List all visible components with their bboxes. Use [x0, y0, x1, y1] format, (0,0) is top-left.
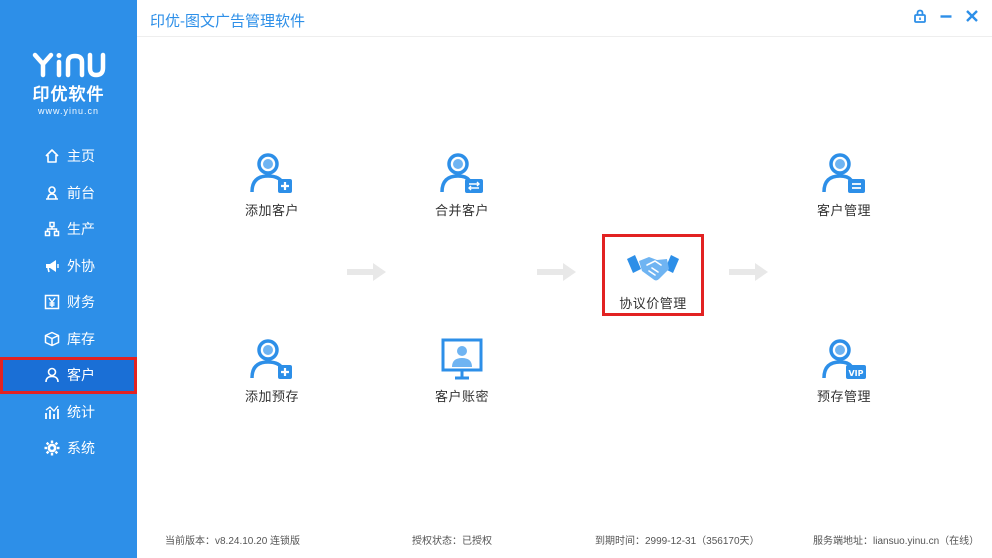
person-desk-icon: [44, 185, 60, 201]
add-customer-tile[interactable]: 添加客户: [222, 148, 322, 228]
sidebar-item-label: 前台: [67, 184, 95, 201]
customer-account-tile[interactable]: 客户账密: [412, 334, 512, 414]
add-user-icon: [222, 148, 322, 196]
close-button[interactable]: [964, 9, 980, 28]
box-icon: [44, 331, 60, 347]
sidebar-item-front-desk[interactable]: 前台: [0, 175, 137, 212]
sidebar-item-label: 客户: [67, 367, 95, 384]
lock-button[interactable]: [912, 9, 928, 28]
flow-arrow-icon: [537, 262, 577, 282]
home-icon: [44, 148, 60, 164]
sidebar-item-label: 库存: [67, 330, 95, 347]
sidebar-item-system[interactable]: 系统: [0, 430, 137, 467]
yen-icon: [44, 294, 60, 310]
minimize-button[interactable]: [938, 10, 954, 26]
main-panel: 印优-图文广告管理软件 添加客户 合并客户 客户管理 协议价管理 添加预存 客户…: [137, 0, 992, 558]
sidebar-item-finance[interactable]: 财务: [0, 284, 137, 321]
megaphone-icon: [44, 258, 60, 274]
sidebar-item-label: 生产: [67, 221, 95, 238]
logo-name: 印优软件: [32, 85, 105, 104]
sidebar-item-label: 统计: [67, 403, 95, 420]
tile-label: 添加客户: [244, 203, 299, 218]
tile-label: 合并客户: [434, 203, 489, 218]
add-user-icon: [222, 334, 322, 382]
logo-mark: [0, 52, 137, 78]
window-controls: [912, 9, 980, 28]
sidebar-item-customer[interactable]: 客户: [0, 357, 137, 394]
tile-label: 客户账密: [434, 389, 489, 404]
flow-arrow-icon: [347, 262, 387, 282]
close-icon: [965, 9, 979, 28]
sidebar-item-label: 主页: [67, 148, 95, 165]
handshake-icon: [605, 243, 701, 287]
version-info: 当前版本：v8.24.10.20 连锁版: [165, 536, 301, 547]
license-status: 授权状态：已授权: [412, 536, 492, 547]
title-bar: 印优-图文广告管理软件: [137, 0, 992, 37]
svg-text:VIP: VIP: [848, 369, 863, 378]
sidebar: 印优软件 www.yinu.cn 主页 前台 生产 外协 财务 库存 客户 统计…: [0, 0, 137, 558]
org-chart-icon: [44, 221, 60, 237]
logo-url: www.yinu.cn: [37, 106, 100, 116]
chart-icon: [44, 404, 60, 420]
app-title: 印优-图文广告管理软件: [150, 13, 305, 30]
sidebar-item-inventory[interactable]: 库存: [0, 321, 137, 358]
sidebar-nav: 主页 前台 生产 外协 财务 库存 客户 统计 系统: [0, 138, 137, 467]
add-prepaid-tile[interactable]: 添加预存: [222, 334, 322, 414]
expiry-date: 到期时间：2999-12-31（356170天）: [595, 536, 760, 547]
lock-icon: [913, 9, 927, 28]
minimize-icon: [939, 9, 953, 28]
user-icon: [44, 367, 60, 383]
gear-icon: [44, 440, 60, 456]
prepaid-manage-tile[interactable]: VIP 预存管理: [794, 334, 894, 414]
tile-label: 客户管理: [816, 203, 871, 218]
logo: 印优软件 www.yinu.cn: [0, 52, 137, 116]
vip-user-icon: VIP: [794, 334, 894, 382]
tile-label: 协议价管理: [619, 296, 687, 311]
sidebar-item-statistics[interactable]: 统计: [0, 394, 137, 431]
status-bar: 当前版本：v8.24.10.20 连锁版 授权状态：已授权 到期时间：2999-…: [137, 530, 992, 550]
sidebar-item-home[interactable]: 主页: [0, 138, 137, 175]
tile-label: 添加预存: [244, 389, 299, 404]
flow-arrow-icon: [729, 262, 769, 282]
sidebar-item-outsourcing[interactable]: 外协: [0, 248, 137, 285]
tile-label: 预存管理: [816, 389, 871, 404]
sidebar-item-label: 财务: [67, 294, 95, 311]
sidebar-item-production[interactable]: 生产: [0, 211, 137, 248]
sidebar-item-label: 系统: [67, 440, 95, 457]
merge-user-icon: [412, 148, 512, 196]
customer-list-icon: [794, 148, 894, 196]
server-address: 服务端地址：liansuo.yinu.cn（在线）: [813, 536, 980, 547]
monitor-user-icon: [412, 334, 512, 382]
negotiated-price-tile[interactable]: 协议价管理: [602, 234, 704, 316]
merge-customer-tile[interactable]: 合并客户: [412, 148, 512, 228]
sidebar-item-label: 外协: [67, 257, 95, 274]
customer-manage-tile[interactable]: 客户管理: [794, 148, 894, 228]
